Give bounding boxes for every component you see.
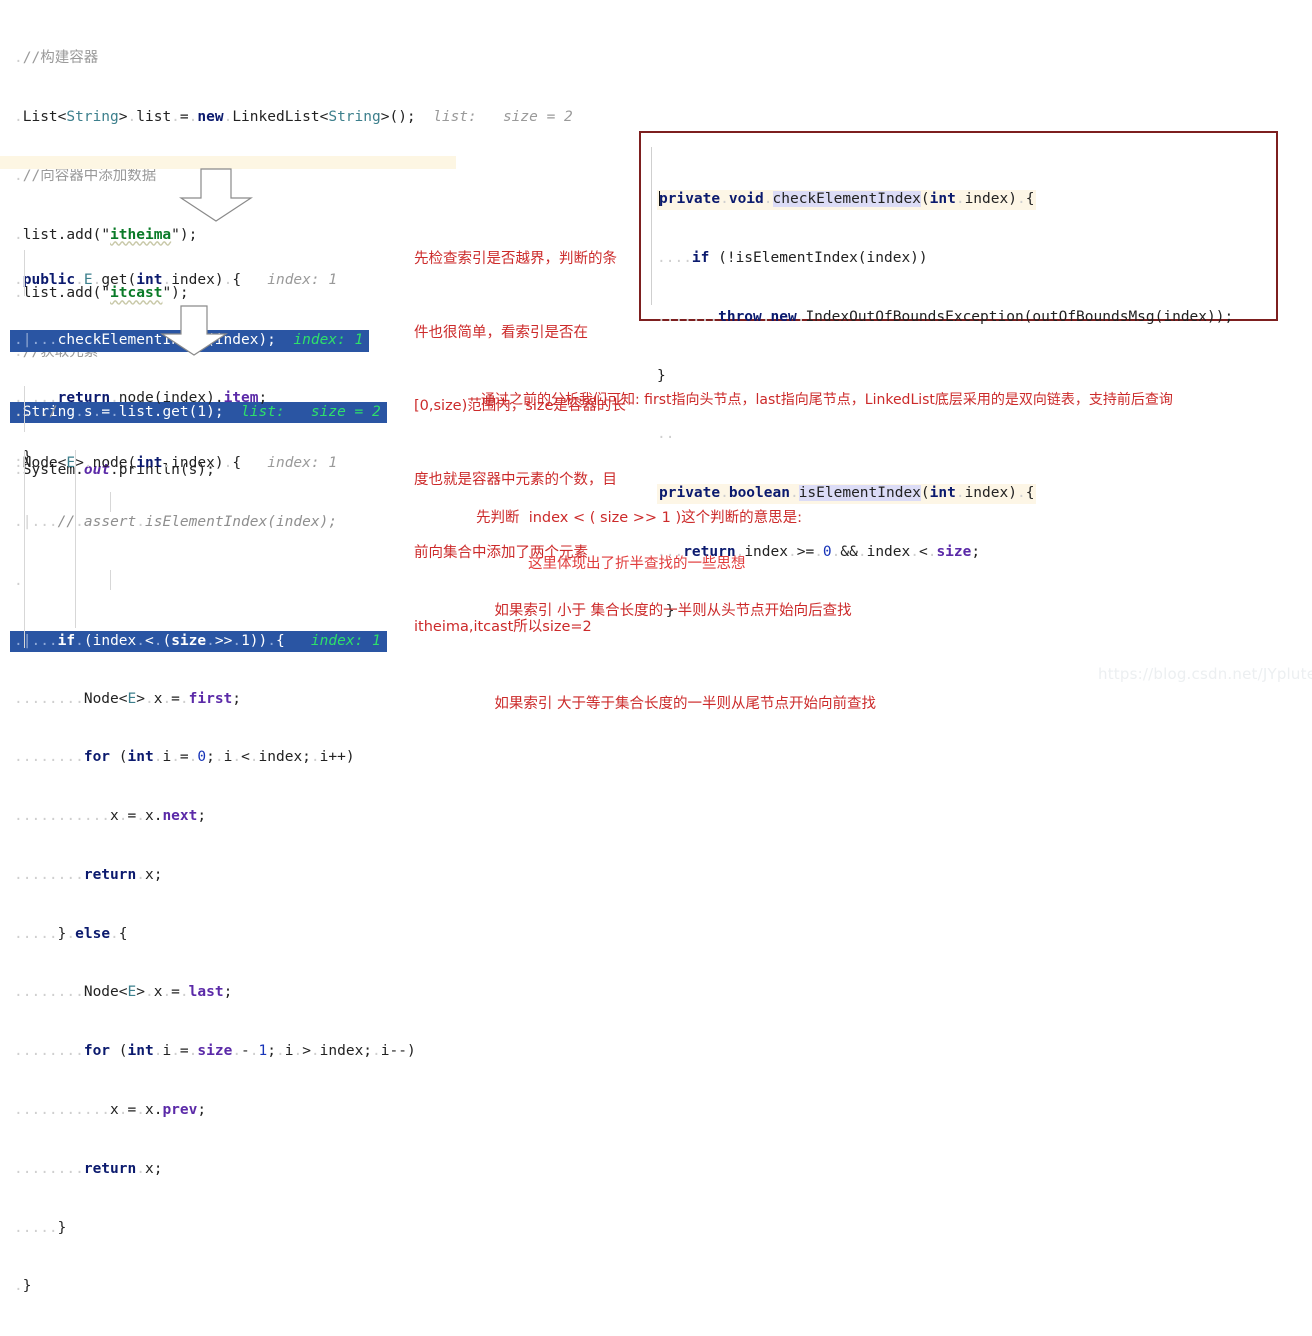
- indent-guide: [24, 386, 25, 432]
- note-line: 先检查索引是否越界，判断的条: [414, 251, 617, 267]
- note-doubly-linked: 通过之前的分析我们可知: first指向头节点，last指向尾节点，Linked…: [481, 392, 1173, 408]
- code-line[interactable]: ........return.x;: [14, 1160, 416, 1180]
- note-line: 如果索引 大于等于集合长度的一半则从尾节点开始向前查找: [476, 696, 877, 712]
- watermark: https://blog.csdn.net/JYplute: [1098, 665, 1312, 683]
- code-line[interactable]: ........Node<E>.x.=.first;: [14, 690, 416, 710]
- indent-guide: [110, 570, 111, 590]
- indent-guide: [75, 450, 76, 628]
- note-half-search: 先判断 index < ( size >> 1 )这个判断的意思是: 如果索引 …: [476, 441, 876, 782]
- note-line: 如果索引 小于 集合长度的一半则从头节点开始向后查找: [476, 603, 852, 619]
- code-line[interactable]: }: [657, 367, 1233, 387]
- screenshot-canvas: .@Test .//构建容器 .List<String>.list.=.new.…: [0, 0, 1312, 1294]
- editor-gutter-bar: [651, 147, 652, 305]
- code-line[interactable]: ........for (int.i.=.0;.i.<.index;.i++): [14, 748, 416, 768]
- clipped-code-line-top: .@Test: [0, 0, 1312, 5]
- code-line[interactable]: ...........x.=.x.prev;: [14, 1101, 416, 1121]
- check-element-index-box[interactable]: private.void.checkElementIndex(int.index…: [639, 131, 1278, 619]
- code-line[interactable]: .public.E.get(int.index).{ index: 1: [14, 271, 369, 291]
- code-line[interactable]: ..../: [14, 403, 416, 420]
- note-binary-search-idea: 这里体现出了折半查找的一些思想: [528, 556, 746, 572]
- code-line[interactable]: ........for (int.i.=.size.-.1;.i.>.index…: [14, 1042, 416, 1062]
- note-line: 先判断 index < ( size >> 1 )这个判断的意思是:: [476, 510, 803, 526]
- code-line[interactable]: ...........x.=.x.next;: [14, 807, 416, 827]
- code-line[interactable]: .}: [14, 1277, 416, 1297]
- code-line[interactable]: .List<String>.list.=.new.LinkedList<Stri…: [14, 108, 573, 128]
- code-line[interactable]: .....}.else.{: [14, 925, 416, 945]
- code-line[interactable]: .//构建容器: [14, 49, 573, 69]
- indent-guide: [110, 492, 111, 512]
- code-line[interactable]: ....if (!isElementIndex(index)): [657, 249, 1233, 269]
- arrow-down-to-get-icon: [175, 168, 257, 227]
- code-line[interactable]: .//向容器中添加数据: [14, 167, 573, 187]
- indent-guide: [24, 450, 25, 648]
- code-line[interactable]: ........Node<E>.x.=.last;: [14, 983, 416, 1003]
- indent-guide: [24, 250, 25, 296]
- code-line[interactable]: private.void.checkElementIndex(int.index…: [657, 190, 1233, 210]
- method-name-highlight: checkElementIndex: [772, 191, 921, 208]
- code-line[interactable]: .....}: [14, 1219, 416, 1239]
- arrow-down-to-node-icon: [158, 305, 230, 361]
- code-line[interactable]: ........return.x;: [14, 866, 416, 886]
- code-line-selected[interactable]: .|...if.(index.<.(size.>>.1)).{ index: 1: [10, 630, 416, 653]
- code-line[interactable]: .......throw.new.IndexOutOfBoundsExcepti…: [657, 308, 1233, 328]
- note-line: 件也很简单，看索引是否在: [414, 324, 588, 341]
